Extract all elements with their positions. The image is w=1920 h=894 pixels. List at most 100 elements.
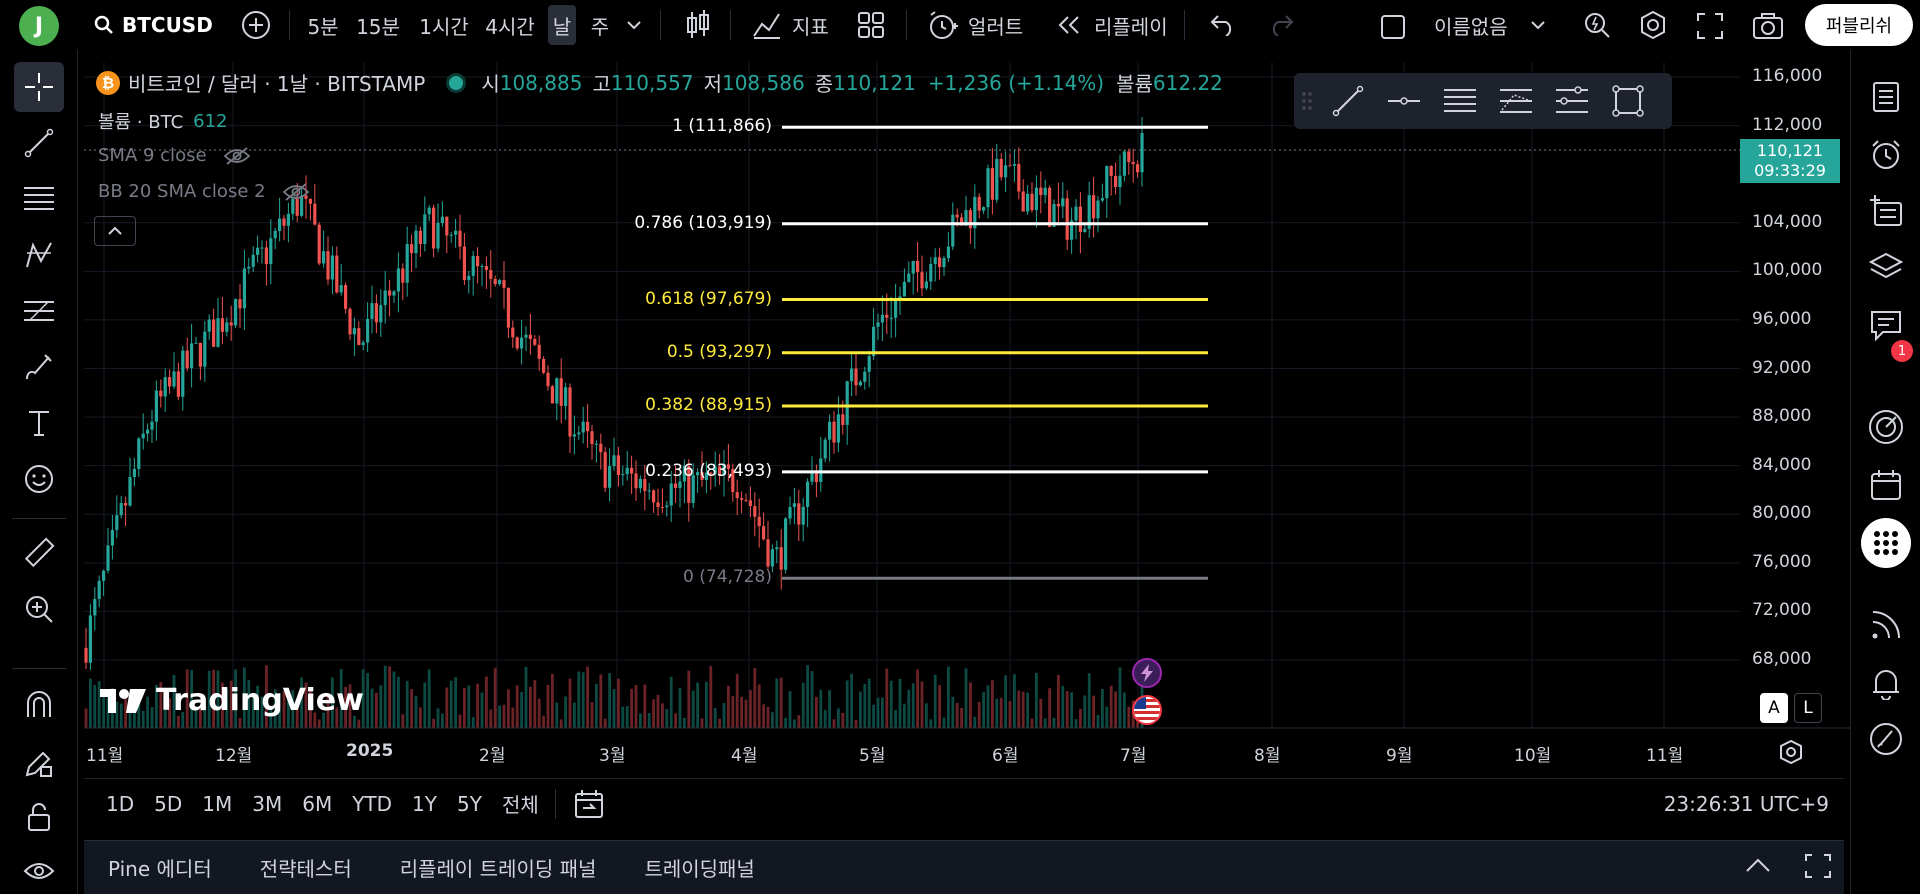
volume-bar bbox=[590, 702, 594, 728]
candle-body bbox=[1100, 198, 1104, 201]
volume-bar bbox=[1035, 672, 1038, 728]
eye-off-icon[interactable] bbox=[223, 146, 251, 166]
price-chart[interactable] bbox=[0, 0, 1920, 894]
sma-indicator-legend[interactable]: SMA 9 close bbox=[98, 145, 251, 166]
volume-bar bbox=[511, 707, 515, 728]
tab-pine-editor[interactable]: Pine 에디터 bbox=[108, 853, 212, 882]
volume-bar bbox=[427, 669, 431, 728]
candle-body bbox=[911, 260, 915, 274]
expand-panel-button[interactable] bbox=[1744, 855, 1772, 879]
draw-fib-button[interactable] bbox=[1432, 73, 1488, 129]
range-all[interactable]: 전체 bbox=[502, 789, 539, 818]
log-scale-button[interactable]: L bbox=[1794, 693, 1822, 723]
range-5d[interactable]: 5D bbox=[154, 792, 182, 816]
draw-horizontal-line-button[interactable] bbox=[1376, 73, 1432, 129]
last-price-value: 110,121 bbox=[1756, 141, 1824, 160]
candle-body bbox=[269, 238, 273, 265]
tab-trading-panel[interactable]: 트레이딩패널 bbox=[644, 853, 754, 882]
range-1y[interactable]: 1Y bbox=[412, 792, 437, 816]
candle-body bbox=[744, 499, 748, 501]
tradingview-watermark[interactable]: TradingView bbox=[100, 683, 364, 718]
time-axis-label: 3월 bbox=[599, 746, 626, 766]
candle-body bbox=[493, 278, 497, 285]
candle-body bbox=[823, 439, 827, 459]
axis-settings-button[interactable] bbox=[1778, 739, 1804, 769]
volume-indicator-legend[interactable]: 볼륨 · BTC 612 bbox=[98, 108, 228, 134]
sma-indicator-title: SMA 9 close bbox=[98, 145, 207, 166]
eye-off-icon[interactable] bbox=[282, 182, 310, 202]
bb-indicator-legend[interactable]: BB 20 SMA close 2 bbox=[98, 181, 310, 202]
volume-bar bbox=[832, 719, 836, 728]
candle-body bbox=[471, 256, 475, 276]
volume-bar bbox=[471, 717, 475, 728]
draw-trend-line-button[interactable] bbox=[1320, 73, 1376, 129]
candle-body bbox=[836, 414, 840, 443]
draw-fib-extension-button[interactable] bbox=[1488, 73, 1544, 129]
volume-bar bbox=[942, 717, 946, 728]
candle-body bbox=[484, 265, 488, 270]
volume-bar bbox=[89, 678, 92, 728]
candle-body bbox=[1114, 175, 1118, 187]
range-1d[interactable]: 1D bbox=[106, 792, 134, 816]
symbol-title[interactable]: 비트코인 / 달러 · 1날 · BITSTAMP bbox=[128, 68, 425, 97]
last-price-label: 110,121 09:33:29 bbox=[1740, 139, 1840, 183]
candle-body bbox=[458, 230, 462, 247]
range-5y[interactable]: 5Y bbox=[457, 792, 482, 816]
candle-body bbox=[335, 255, 339, 293]
candle-body bbox=[124, 503, 128, 506]
volume-bar bbox=[788, 691, 792, 728]
maximize-icon bbox=[1805, 854, 1831, 878]
tab-strategy-tester[interactable]: 전략테스터 bbox=[260, 853, 352, 882]
time-axis-label: 2월 bbox=[479, 746, 506, 766]
candle-body bbox=[577, 432, 581, 435]
drag-handle[interactable] bbox=[1294, 73, 1320, 129]
volume-bar bbox=[867, 678, 871, 728]
draw-pitchfork-button[interactable] bbox=[1544, 73, 1600, 129]
volume-bar bbox=[537, 698, 541, 728]
timezone-clock[interactable]: 23:26:31 UTC+9 bbox=[1664, 792, 1829, 816]
candle-body bbox=[234, 299, 238, 326]
candle-body bbox=[388, 290, 392, 296]
candle-body bbox=[278, 218, 282, 231]
go-to-date-button[interactable] bbox=[574, 789, 604, 819]
draw-rectangle-button[interactable] bbox=[1600, 73, 1656, 129]
volume-bar bbox=[366, 672, 369, 728]
price-axis-label: 112,000 bbox=[1752, 114, 1823, 135]
candle-body bbox=[480, 265, 484, 267]
lightning-event-icon[interactable] bbox=[1132, 658, 1162, 688]
fib-level-label: 0.382 (88,915) bbox=[645, 394, 772, 415]
fib-extension-icon bbox=[1500, 89, 1532, 113]
volume-label: 볼륨 bbox=[1116, 72, 1153, 96]
us-flag-event-icon[interactable] bbox=[1132, 695, 1162, 725]
auto-scale-button[interactable]: A bbox=[1760, 693, 1788, 723]
volume-bar bbox=[999, 697, 1003, 728]
volume-bar bbox=[1079, 708, 1082, 728]
volume-bar bbox=[493, 667, 497, 728]
candle-body bbox=[247, 266, 251, 269]
volume-bar bbox=[841, 712, 845, 728]
candle-body bbox=[986, 168, 990, 208]
chevron-up-icon bbox=[108, 226, 122, 235]
candle-body bbox=[207, 319, 211, 332]
collapse-legend-button[interactable] bbox=[94, 216, 136, 246]
maximize-panel-button[interactable] bbox=[1804, 853, 1832, 883]
candle-body bbox=[229, 322, 233, 326]
range-3m[interactable]: 3M bbox=[252, 792, 282, 816]
candle-body bbox=[938, 257, 942, 268]
candle-body bbox=[528, 334, 532, 339]
volume-bar bbox=[991, 680, 994, 728]
volume-bar bbox=[573, 702, 576, 728]
candle-body bbox=[867, 356, 871, 372]
time-axis-label: 8월 bbox=[1254, 746, 1281, 766]
volume-bar bbox=[577, 671, 581, 728]
volume-bar bbox=[731, 696, 735, 728]
candle-body bbox=[898, 296, 902, 299]
tab-replay-trading-panel[interactable]: 리플레이 트레이딩 패널 bbox=[400, 853, 597, 882]
volume-bar bbox=[1123, 692, 1126, 728]
range-1m[interactable]: 1M bbox=[202, 792, 232, 816]
range-6m[interactable]: 6M bbox=[302, 792, 332, 816]
volume-bar bbox=[1048, 688, 1051, 728]
range-ytd[interactable]: YTD bbox=[352, 792, 392, 816]
candle-body bbox=[907, 273, 911, 282]
volume-bar bbox=[542, 715, 545, 728]
